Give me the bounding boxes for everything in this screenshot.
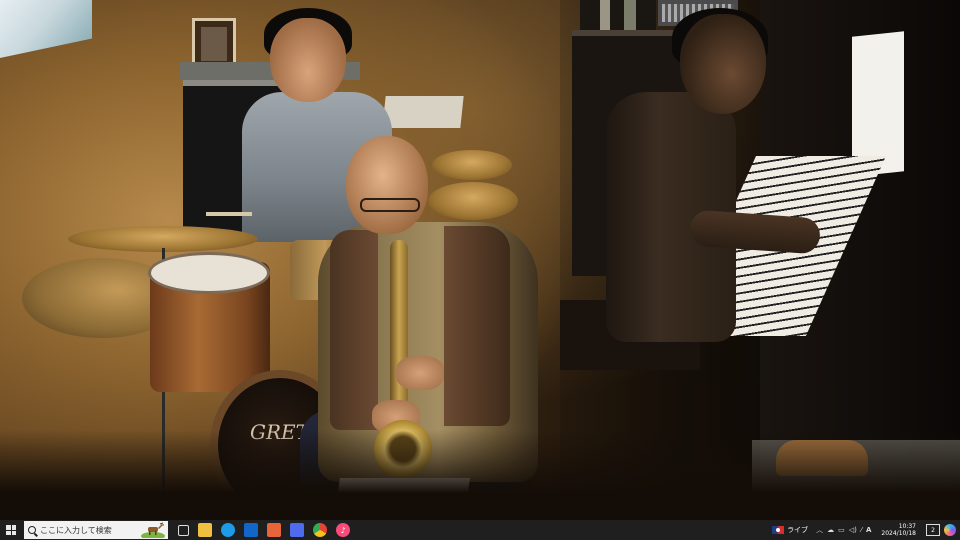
clock-date: 2024/10/18 [881, 530, 916, 537]
notification-center-button[interactable]: 2 [926, 524, 940, 536]
sheet-music [852, 31, 904, 177]
wall-poster [0, 0, 92, 59]
volume-icon[interactable]: ◁) [849, 526, 857, 534]
taskbar: ♪ ライブ ︿ ☁ ▭ ◁) ⁄ A 10:37 2024/10/18 2 [0, 520, 960, 540]
search-icon [28, 526, 36, 534]
windows-logo-icon [6, 525, 16, 535]
onedrive-icon[interactable]: ☁ [827, 526, 834, 534]
app-blue-icon[interactable] [290, 523, 304, 537]
clock-time: 10:37 [898, 523, 916, 530]
file-explorer-icon[interactable] [198, 523, 212, 537]
weather-widget[interactable]: ライブ [772, 525, 808, 535]
pen-icon[interactable]: ⁄ [861, 526, 862, 534]
task-view-icon[interactable] [178, 524, 189, 536]
taskbar-search[interactable] [24, 521, 168, 539]
vest-right [444, 226, 510, 426]
chevron-up-icon[interactable]: ︿ [816, 525, 823, 535]
start-button[interactable] [0, 520, 22, 540]
tom-head [148, 252, 270, 294]
cymbal [428, 182, 518, 220]
cymbal [432, 150, 512, 180]
saxophonist-head [346, 136, 428, 234]
drumstick [206, 212, 252, 216]
drummer-head [270, 18, 346, 102]
search-highlight-icon [141, 522, 165, 538]
video-frame[interactable]: GRETSCH [0, 0, 960, 520]
floor-shadow [0, 430, 960, 520]
outlook-icon[interactable] [244, 523, 258, 537]
tray-icons[interactable]: ︿ ☁ ▭ ◁) ⁄ A [816, 525, 871, 535]
itunes-icon[interactable]: ♪ [336, 523, 350, 537]
hand [396, 356, 444, 390]
clock[interactable]: 10:37 2024/10/18 [881, 523, 916, 537]
saxophone-body [390, 240, 408, 420]
ime-icon[interactable]: A [866, 526, 871, 534]
search-input[interactable] [40, 525, 136, 535]
drum-stand-table [382, 96, 464, 128]
app-orange-icon[interactable] [267, 523, 281, 537]
pianist-head [680, 14, 766, 114]
edge-icon[interactable] [221, 523, 235, 537]
live-label: ライブ [787, 526, 809, 534]
mlb-logo-icon [772, 526, 785, 534]
system-tray: ライブ ︿ ☁ ▭ ◁) ⁄ A 10:37 2024/10/18 2 [772, 520, 960, 540]
chrome-icon[interactable] [313, 523, 327, 537]
copilot-icon[interactable] [944, 524, 956, 536]
network-icon[interactable]: ▭ [838, 526, 845, 534]
vest-left [330, 230, 378, 430]
notification-count: 2 [931, 526, 935, 534]
glasses [360, 198, 420, 212]
